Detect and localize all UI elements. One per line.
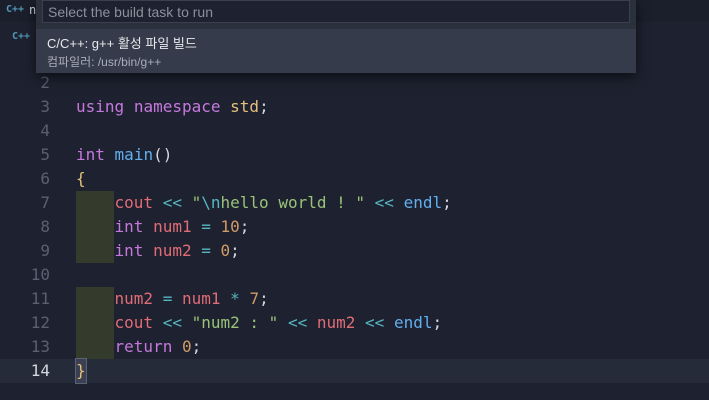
line-number: 6 [40,169,50,188]
code-line[interactable]: 12 cout << "num2 : " << num2 << endl; [0,311,709,335]
code-text: } [76,361,86,380]
line-number: 3 [40,97,50,116]
line-number: 5 [40,145,50,164]
line-number: 4 [40,121,50,140]
line-number: 2 [40,73,50,92]
quick-pick: C/C++: g++ 활성 파일 빌드 컴파일러: /usr/bin/g++ [36,0,636,73]
code-line[interactable]: 7 cout << "\nhello world ! " << endl; [0,191,709,215]
code-line[interactable]: 2 [0,71,709,95]
code-text: { [76,169,86,188]
code-text: int main() [76,145,173,164]
quick-pick-item-detail: 컴파일러: /usr/bin/g++ [47,55,162,69]
code-text: cout << "num2 : " << num2 << endl; [114,313,443,332]
line-number: 8 [40,217,50,236]
code-line[interactable]: 6 { [0,167,709,191]
build-task-search-input[interactable] [42,0,630,23]
line-number: 10 [30,265,50,284]
code-text: int num1 = 10; [114,217,250,236]
line-number: 12 [30,313,50,332]
code-line[interactable]: 10 [0,263,709,287]
line-number: 11 [30,289,50,308]
code-line-active[interactable]: 14 } [0,358,709,384]
code-line[interactable]: 9 int num2 = 0; [0,239,709,263]
code-text: return 0; [114,337,202,356]
code-line[interactable]: 3 using namespace std; [0,95,709,119]
line-number: 13 [30,337,50,356]
line-number: 7 [40,193,50,212]
code-text: int num2 = 0; [114,241,240,260]
code-line[interactable]: 4 [0,119,709,143]
line-number: 9 [40,241,50,260]
code-line[interactable]: 13 return 0; [0,335,709,359]
code-line[interactable]: 5 int main() [0,143,709,167]
quick-pick-item[interactable]: C/C++: g++ 활성 파일 빌드 컴파일러: /usr/bin/g++ [36,29,636,73]
code-line[interactable]: 11 num2 = num1 * 7; [0,287,709,311]
code-text: cout << "\nhello world ! " << endl; [114,193,452,212]
code-line[interactable]: 8 int num1 = 10; [0,215,709,239]
line-number: 14 [30,361,50,380]
code-text: using namespace std; [76,97,269,116]
quick-pick-item-label: C/C++: g++ 활성 파일 빌드 [47,36,197,51]
code-text: num2 = num1 * 7; [114,289,269,308]
